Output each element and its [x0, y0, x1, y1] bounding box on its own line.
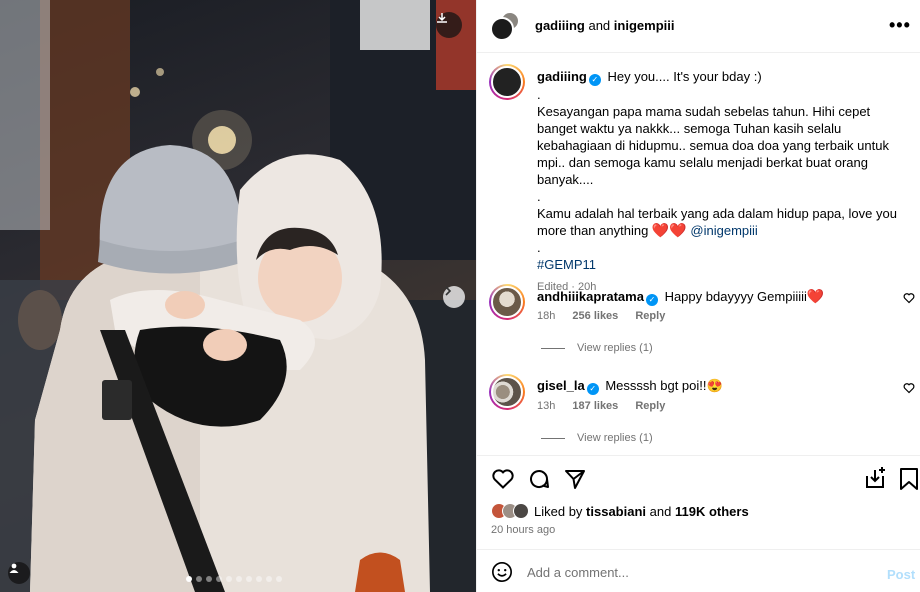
- likes-count[interactable]: 119K others: [675, 504, 749, 519]
- photo-illustration: [0, 0, 476, 592]
- emoji-icon[interactable]: [491, 561, 513, 583]
- reply-button[interactable]: Reply: [635, 310, 665, 322]
- view-replies-button[interactable]: View replies (1): [541, 432, 653, 444]
- author-username[interactable]: gadiiing: [535, 18, 585, 33]
- verified-badge-icon: ✓: [645, 294, 658, 306]
- like-heart-icon[interactable]: [491, 467, 515, 491]
- caption-line: Hey you.... It's your bday :): [607, 69, 762, 84]
- carousel-dot: [196, 576, 202, 582]
- carousel-dot: [186, 576, 192, 582]
- comment-meta: 13h 187 likes Reply: [537, 400, 679, 412]
- heart-outline-icon[interactable]: [903, 292, 915, 304]
- commenter-username[interactable]: andhiiikapratama: [537, 289, 644, 304]
- share-icon[interactable]: [563, 467, 587, 491]
- comment-text: andhiiikapratama ✓ Happy bdayyyy Gempiiii…: [537, 288, 877, 306]
- post-timestamp[interactable]: 20 hours ago: [491, 524, 555, 536]
- verified-badge-icon: ✓: [586, 383, 599, 395]
- post-panel: gadiiing and inigempiii ••• gadiiing ✓ He…: [476, 0, 920, 592]
- comment-likes[interactable]: 187 likes: [572, 400, 618, 412]
- liker-username[interactable]: tissabiani: [586, 504, 646, 519]
- view-replies-button[interactable]: View replies (1): [541, 342, 653, 354]
- heart-emoji: ❤️: [806, 288, 825, 304]
- carousel-dot: [256, 576, 262, 582]
- next-image-button[interactable]: [443, 286, 465, 308]
- tagged-users-button[interactable]: [8, 562, 30, 584]
- collab-username[interactable]: inigempiii: [614, 18, 675, 33]
- action-bar: [477, 455, 920, 505]
- carousel-dot: [206, 576, 212, 582]
- comment-icon[interactable]: [527, 467, 551, 491]
- connector-text: and: [588, 18, 611, 33]
- comment-time[interactable]: 18h: [537, 310, 555, 322]
- post-header: gadiiing and inigempiii •••: [477, 0, 920, 53]
- add-comment-bar: Post: [477, 549, 920, 592]
- view-replies-label: View replies (1): [577, 432, 653, 444]
- connector-text: and: [649, 503, 672, 519]
- verified-badge-icon: ✓: [588, 74, 601, 86]
- caption-dot: .: [537, 240, 541, 255]
- collab-avatars[interactable]: [490, 11, 522, 43]
- reply-button[interactable]: Reply: [635, 400, 665, 412]
- heart-outline-icon[interactable]: [903, 382, 915, 394]
- carousel-indicator: [186, 576, 282, 582]
- carousel-dot: [236, 576, 242, 582]
- add-to-collection-icon[interactable]: [863, 467, 887, 491]
- divider: [541, 437, 565, 439]
- more-options-icon[interactable]: •••: [889, 15, 911, 36]
- mention-link[interactable]: @inigempiii: [690, 223, 757, 238]
- comment-body: Messssh bgt poi!!: [605, 378, 707, 393]
- likes-prefix: Liked by: [534, 503, 583, 519]
- heart-eyes-emoji: 😍: [706, 378, 723, 393]
- commenter-username[interactable]: gisel_la: [537, 378, 585, 393]
- carousel-dot: [226, 576, 232, 582]
- hashtag-link[interactable]: #GEMP11: [537, 257, 596, 272]
- chevron-right-icon: [445, 286, 452, 296]
- avatar: [491, 376, 523, 408]
- caption-dot: .: [537, 189, 541, 204]
- carousel-dot: [246, 576, 252, 582]
- comment-body: Happy bdayyyy Gempiiiii: [664, 289, 807, 304]
- bookmark-icon[interactable]: [898, 467, 920, 491]
- comment-time[interactable]: 13h: [537, 400, 555, 412]
- view-replies-label: View replies (1): [577, 342, 653, 354]
- likes-summary: Liked by tissabiani and 119K others: [491, 503, 749, 519]
- avatar: [490, 17, 514, 41]
- caption-username[interactable]: gadiiing: [537, 69, 587, 84]
- avatar: [513, 503, 529, 519]
- post-photo[interactable]: [0, 0, 476, 592]
- heart-emoji: ❤️❤️: [651, 222, 687, 238]
- download-icon: [437, 13, 447, 23]
- comment-input[interactable]: [527, 561, 847, 583]
- comment-meta: 18h 256 likes Reply: [537, 310, 679, 322]
- caption: gadiiing ✓ Hey you.... It's your bday :) …: [537, 68, 897, 296]
- likes-text: Liked by tissabiani and 119K others: [534, 504, 749, 519]
- carousel-dot: [276, 576, 282, 582]
- avatar: [491, 286, 523, 318]
- caption-dot: .: [537, 87, 541, 102]
- caption-avatar[interactable]: [489, 64, 525, 100]
- carousel-dot: [216, 576, 222, 582]
- user-icon: [9, 563, 19, 573]
- avatar: [491, 66, 523, 98]
- comment-text: gisel_la ✓ Messssh bgt poi!!😍: [537, 378, 877, 395]
- commenter-avatar[interactable]: [489, 284, 525, 320]
- commenter-avatar[interactable]: [489, 374, 525, 410]
- carousel-dot: [266, 576, 272, 582]
- post-authors: gadiiing and inigempiii: [535, 18, 674, 33]
- comments-section: gadiiing ✓ Hey you.... It's your bday :) …: [477, 54, 920, 454]
- comment-likes[interactable]: 256 likes: [572, 310, 618, 322]
- download-button[interactable]: [436, 12, 462, 38]
- post-button[interactable]: Post: [887, 567, 915, 582]
- caption-paragraph: Kesayangan papa mama sudah sebelas tahun…: [537, 104, 889, 187]
- divider: [541, 347, 565, 349]
